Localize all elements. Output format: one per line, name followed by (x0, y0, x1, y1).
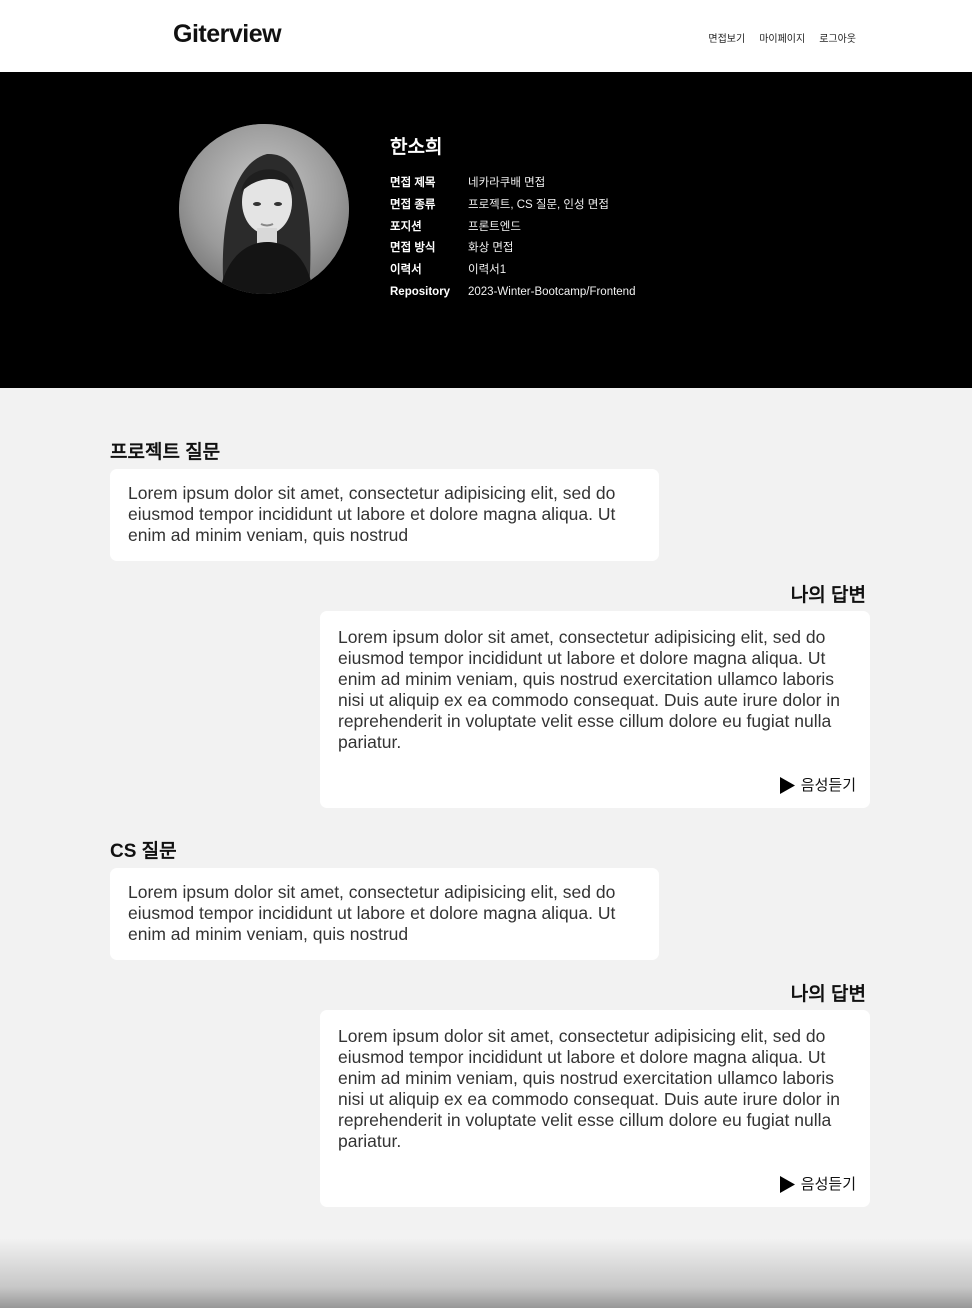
info-row: 이력서 이력서1 (390, 260, 635, 282)
info-label: 면접 종류 (390, 198, 436, 211)
bottom-shadow (0, 1238, 972, 1308)
top-nav: 면접보기 마이페이지 로그아웃 (708, 30, 856, 45)
answer-card: Lorem ipsum dolor sit amet, consectetur … (320, 611, 870, 808)
answer-card: Lorem ipsum dolor sit amet, consectetur … (320, 1010, 870, 1207)
info-value: 화상 면접 (468, 242, 514, 255)
info-row: 포지션 프론트엔드 (390, 217, 635, 239)
question-text: Lorem ipsum dolor sit amet, consectetur … (128, 882, 616, 944)
question-card: Lorem ipsum dolor sit amet, consectetur … (110, 868, 659, 960)
profile-hero: 한소희 면접 제목 네카라쿠배 면접 면접 종류 프로젝트, CS 질문, 인성… (0, 72, 972, 388)
nav-mypage[interactable]: 마이페이지 (759, 30, 805, 45)
play-icon (779, 777, 795, 794)
answer-text: Lorem ipsum dolor sit amet, consectetur … (338, 627, 840, 752)
nav-interview[interactable]: 면접보기 (708, 30, 745, 45)
info-label: 이력서 (390, 264, 422, 277)
info-value: 프론트엔드 (468, 220, 521, 233)
listen-button[interactable]: 음성듣기 (779, 1174, 856, 1195)
info-label: 면접 제목 (390, 177, 436, 189)
answer-title: 나의 답변 (790, 585, 866, 606)
section-title-cs: CS 질문 (110, 841, 177, 862)
nav-logout[interactable]: 로그아웃 (819, 30, 856, 45)
top-header: Giterview 면접보기 마이페이지 로그아웃 (0, 0, 972, 72)
info-value: 이력서1 (468, 264, 507, 277)
avatar (179, 124, 349, 294)
info-label: Repository (390, 285, 451, 298)
info-label: 면접 방식 (390, 242, 436, 255)
listen-label: 음성듣기 (800, 777, 856, 794)
listen-button[interactable]: 음성듣기 (779, 775, 856, 796)
app-logo[interactable]: Giterview (173, 20, 282, 49)
info-row: 면접 방식 화상 면접 (390, 238, 635, 260)
info-value: 프로젝트, CS 질문, 인성 면접 (468, 198, 609, 211)
info-value: 2023-Winter-Bootcamp/Frontend (468, 285, 636, 298)
question-text: Lorem ipsum dolor sit amet, consectetur … (128, 483, 616, 545)
profile-info: 한소희 면접 제목 네카라쿠배 면접 면접 종류 프로젝트, CS 질문, 인성… (390, 132, 635, 304)
info-row: Repository 2023-Winter-Bootcamp/Frontend (390, 282, 635, 304)
profile-photo-icon (179, 124, 349, 294)
info-label: 포지션 (390, 220, 422, 233)
listen-label: 음성듣기 (800, 1176, 856, 1193)
question-card: Lorem ipsum dolor sit amet, consectetur … (110, 469, 659, 561)
play-icon (779, 1176, 795, 1193)
info-value: 네카라쿠배 면접 (468, 177, 546, 189)
profile-name: 한소희 (390, 137, 443, 158)
section-title-project: 프로젝트 질문 (110, 442, 221, 463)
info-row: 면접 제목 네카라쿠배 면접 (390, 173, 635, 195)
info-row: 면접 종류 프로젝트, CS 질문, 인성 면접 (390, 195, 635, 217)
answer-text: Lorem ipsum dolor sit amet, consectetur … (338, 1026, 840, 1151)
answer-title: 나의 답변 (790, 984, 866, 1005)
